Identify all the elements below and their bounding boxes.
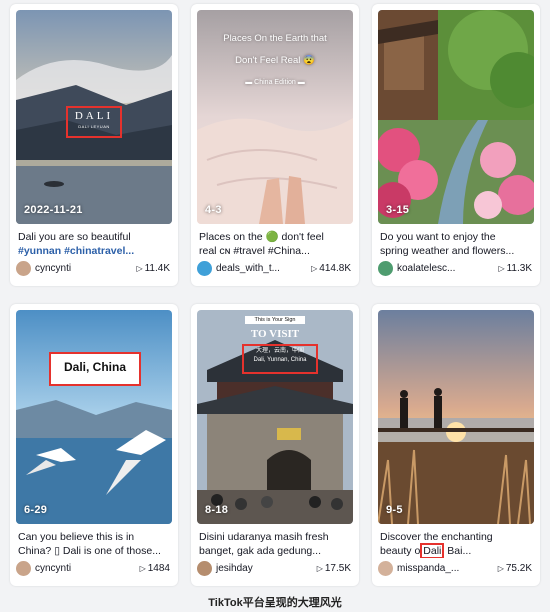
avatar[interactable] — [16, 561, 31, 576]
video-meta: koalatelesc... ▷ 11.3K — [378, 261, 534, 277]
top-label: This is Your Sign — [245, 316, 305, 324]
video-meta: misspanda_... ▷ 75.2K — [378, 561, 534, 577]
avatar[interactable] — [378, 561, 393, 576]
video-caption[interactable]: Dali you are so beautiful #yunnan #china… — [18, 230, 172, 258]
play-icon: ▷ — [139, 564, 146, 573]
video-meta: deals_with_t... ▷ 414.8K — [197, 261, 353, 277]
video-date: 3-15 — [386, 204, 410, 216]
view-count: ▷ 11.4K — [136, 263, 170, 274]
video-caption[interactable]: Discover the enchanting beauty o Dali Bai… — [380, 530, 534, 558]
overlay-line: Places On the Earth that — [223, 33, 327, 44]
caption-text-line2: banget, gak ada gedung... — [199, 545, 322, 557]
view-count-value: 11.4K — [144, 263, 170, 274]
video-thumbnail[interactable]: 9-5 — [378, 310, 534, 524]
video-thumbnail[interactable]: Dali, China 6-29 — [16, 310, 172, 524]
video-card[interactable]: This is Your Sign TO VISIT 大理，云南，中国 Dali… — [191, 304, 359, 586]
caption-text-pre: beauty o — [380, 545, 421, 557]
username[interactable]: misspanda_... — [397, 563, 459, 574]
video-date: 2022-11-21 — [24, 204, 83, 216]
video-meta: cyncynti ▷ 1484 — [16, 561, 172, 577]
video-card[interactable]: 3-15 Do you want to enjoy the spring wea… — [372, 4, 540, 286]
view-count: ▷ 17.5K — [317, 563, 351, 574]
view-count: ▷ 414.8K — [311, 263, 351, 274]
dali-overlay-text: DALI — [74, 110, 114, 122]
location-overlay: 大理，云南，中国 Dali, Yunnan, China — [244, 347, 316, 365]
video-thumbnail[interactable]: Places On the Earth that Don't Feel Real… — [197, 10, 353, 224]
video-thumbnail[interactable]: This is Your Sign TO VISIT 大理，云南，中国 Dali… — [197, 310, 353, 524]
view-count: ▷ 75.2K — [498, 563, 532, 574]
video-date: 6-29 — [24, 504, 48, 516]
video-date: 9-5 — [386, 504, 403, 516]
username[interactable]: cyncynti — [35, 563, 71, 574]
video-card[interactable]: DALI DALI LEYUAN 2022-11-21 Dali you are… — [10, 4, 178, 286]
view-count-value: 1484 — [147, 563, 170, 574]
avatar[interactable] — [197, 561, 212, 576]
username[interactable]: jesihday — [216, 563, 253, 574]
play-icon: ▷ — [136, 264, 143, 273]
caption-text-line2: real ᴄɴ #travel #China... — [199, 245, 310, 257]
visit-title: TO VISIT — [250, 328, 300, 340]
caption-text: Discover the enchanting — [380, 531, 493, 543]
video-caption[interactable]: Disini udaranya masih fresh banget, gak … — [199, 530, 353, 558]
dali-overlay-subtext: DALI LEYUAN — [78, 124, 110, 129]
video-title-overlay: Places On the Earth that Don't Feel Real… — [197, 28, 353, 94]
video-card[interactable]: Places On the Earth that Don't Feel Real… — [191, 4, 359, 286]
avatar[interactable] — [197, 261, 212, 276]
caption-text: Dali you are so beautiful — [18, 231, 131, 243]
username[interactable]: cyncynti — [35, 263, 71, 274]
caption-text-line2: China? ▯ Dali is one of those... — [18, 545, 161, 557]
play-icon: ▷ — [311, 264, 318, 273]
video-card[interactable]: 9-5 Discover the enchanting beauty o Dali… — [372, 304, 540, 586]
caption-text: Can you believe this is in — [18, 531, 135, 543]
overlay-line: ▬ China Edition ▬ — [245, 79, 305, 86]
username[interactable]: koalatelesc... — [397, 263, 455, 274]
view-count-value: 414.8K — [319, 263, 351, 274]
view-count-value: 11.3K — [506, 263, 532, 274]
overlay-line-cn: 大理，云南，中国 — [255, 348, 304, 354]
view-count-value: 75.2K — [505, 563, 532, 574]
caption-text: Disini udaranya masih fresh — [199, 531, 329, 543]
video-meta: cyncynti ▷ 11.4K — [16, 261, 172, 277]
username[interactable]: deals_with_t... — [216, 263, 280, 274]
overlay-line-en: Dali, Yunnan, China — [253, 357, 307, 363]
caption-hashtags[interactable]: #yunnan #chinatravel... — [18, 245, 134, 257]
figure-caption: TikTok平台呈现的大理风光 — [208, 597, 342, 609]
view-count-value: 17.5K — [324, 563, 351, 574]
caption-text-line2: spring weather and flowers... — [380, 245, 515, 257]
video-thumbnail[interactable]: DALI DALI LEYUAN 2022-11-21 — [16, 10, 172, 224]
overlay-line: Don't Feel Real 😨 — [235, 55, 315, 66]
video-meta: jesihday ▷ 17.5K — [197, 561, 353, 577]
caption-text: Places on the 🟢 don't feel — [199, 231, 324, 243]
view-count: ▷ 1484 — [140, 563, 170, 574]
avatar[interactable] — [378, 261, 393, 276]
highlighted-word: Dali — [420, 543, 445, 558]
play-icon: ▷ — [316, 564, 323, 573]
view-count: ▷ 11.3K — [498, 263, 532, 274]
play-icon: ▷ — [498, 264, 505, 273]
video-date: 4-3 — [205, 204, 222, 216]
video-thumbnail[interactable]: 3-15 — [378, 10, 534, 224]
video-date: 8-18 — [205, 504, 229, 516]
video-caption[interactable]: Do you want to enjoy the spring weather … — [380, 230, 534, 258]
play-icon: ▷ — [497, 564, 504, 573]
video-caption[interactable]: Can you believe this is in China? ▯ Dali… — [18, 530, 172, 558]
dali-china-overlay: Dali, China — [63, 360, 126, 374]
avatar[interactable] — [16, 261, 31, 276]
caption-text-post: Bai... — [444, 545, 472, 557]
video-card[interactable]: Dali, China 6-29 Can you believe this is… — [10, 304, 178, 586]
video-caption[interactable]: Places on the 🟢 don't feel real ᴄɴ #trav… — [199, 230, 353, 258]
caption-text: Do you want to enjoy the — [380, 231, 496, 243]
